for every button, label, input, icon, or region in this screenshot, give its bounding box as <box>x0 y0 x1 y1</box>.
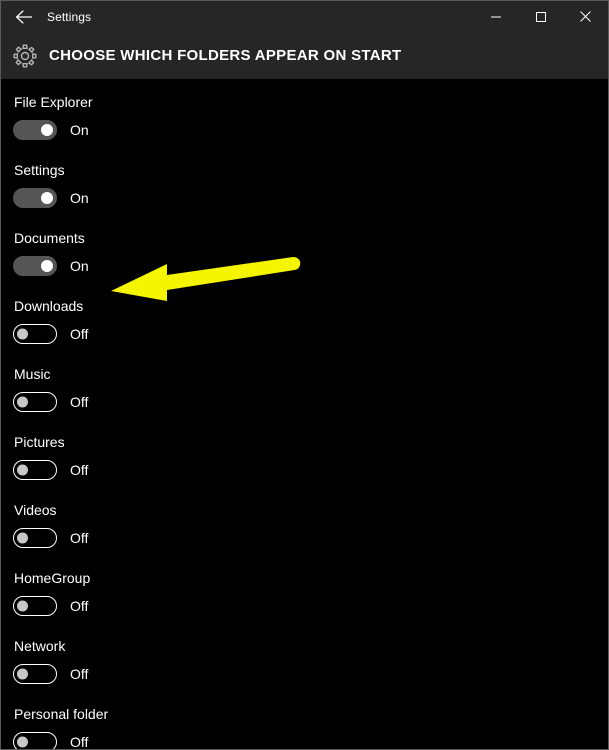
minimize-button[interactable] <box>473 1 518 32</box>
setting-label: Music <box>14 366 51 382</box>
setting-row: Music Off <box>1 365 608 433</box>
toggle-line: Off <box>13 391 88 413</box>
minimize-icon <box>490 11 502 23</box>
toggle-knob <box>41 260 53 272</box>
maximize-icon <box>535 11 547 23</box>
setting-label: Personal folder <box>14 706 109 722</box>
setting-label: HomeGroup <box>14 570 91 586</box>
settings-list: File Explorer On Settings On Documents On Down… <box>1 79 608 749</box>
setting-label: Documents <box>14 230 85 246</box>
toggle-switch[interactable] <box>13 732 57 749</box>
toggle-line: Off <box>13 459 88 481</box>
back-arrow-icon <box>15 9 33 24</box>
toggle-switch[interactable] <box>13 188 57 208</box>
toggle-switch[interactable] <box>13 120 57 140</box>
setting-label: Downloads <box>14 298 84 314</box>
setting-label: Videos <box>14 502 57 518</box>
toggle-knob <box>17 532 28 544</box>
toggle-state-label: On <box>70 122 89 138</box>
title-bar: Settings <box>1 1 608 32</box>
toggle-knob <box>17 736 28 748</box>
toggle-line: On <box>13 119 89 141</box>
toggle-knob <box>17 396 28 408</box>
toggle-line: Off <box>13 663 88 685</box>
setting-row: Settings On <box>1 161 608 229</box>
setting-row: Personal folder Off <box>1 705 608 749</box>
toggle-knob <box>17 328 28 340</box>
setting-label: Network <box>14 638 66 654</box>
toggle-switch[interactable] <box>13 528 57 548</box>
page-header: CHOOSE WHICH FOLDERS APPEAR ON START <box>1 32 608 79</box>
toggle-switch[interactable] <box>13 256 57 276</box>
setting-row: Pictures Off <box>1 433 608 501</box>
setting-row: Videos Off <box>1 501 608 569</box>
toggle-knob <box>17 464 28 476</box>
gear-icon <box>1 43 49 69</box>
toggle-state-label: Off <box>70 734 89 749</box>
toggle-line: Off <box>13 323 88 345</box>
toggle-switch[interactable] <box>13 664 57 684</box>
setting-row: Documents On <box>1 229 608 297</box>
setting-label: Settings <box>14 162 65 178</box>
maximize-button[interactable] <box>518 1 563 32</box>
setting-row: Network Off <box>1 637 608 705</box>
toggle-state-label: Off <box>70 530 89 546</box>
page-title: CHOOSE WHICH FOLDERS APPEAR ON START <box>49 47 402 64</box>
close-button[interactable] <box>563 1 608 32</box>
setting-label: File Explorer <box>14 94 93 110</box>
toggle-line: Off <box>13 527 88 549</box>
toggle-switch[interactable] <box>13 324 57 344</box>
toggle-knob <box>17 600 28 612</box>
toggle-line: Off <box>13 731 88 749</box>
toggle-state-label: On <box>70 258 89 274</box>
settings-window: Settings CHOOSE WHICH FOLDERS APPEAR ON … <box>0 0 609 750</box>
toggle-switch[interactable] <box>13 596 57 616</box>
toggle-knob <box>41 192 53 204</box>
toggle-state-label: Off <box>70 598 89 614</box>
setting-label: Pictures <box>14 434 65 450</box>
toggle-line: Off <box>13 595 88 617</box>
window-controls <box>473 1 608 32</box>
toggle-state-label: Off <box>70 326 89 342</box>
toggle-line: On <box>13 187 89 209</box>
toggle-state-label: Off <box>70 666 89 682</box>
toggle-line: On <box>13 255 89 277</box>
setting-row: Downloads Off <box>1 297 608 365</box>
toggle-switch[interactable] <box>13 392 57 412</box>
toggle-state-label: Off <box>70 462 89 478</box>
toggle-knob <box>41 124 53 136</box>
setting-row: File Explorer On <box>1 93 608 161</box>
toggle-state-label: On <box>70 190 89 206</box>
toggle-knob <box>17 668 28 680</box>
toggle-state-label: Off <box>70 394 89 410</box>
back-button[interactable] <box>1 1 47 32</box>
app-title: Settings <box>47 9 92 24</box>
close-icon <box>579 10 592 23</box>
toggle-switch[interactable] <box>13 460 57 480</box>
setting-row: HomeGroup Off <box>1 569 608 637</box>
